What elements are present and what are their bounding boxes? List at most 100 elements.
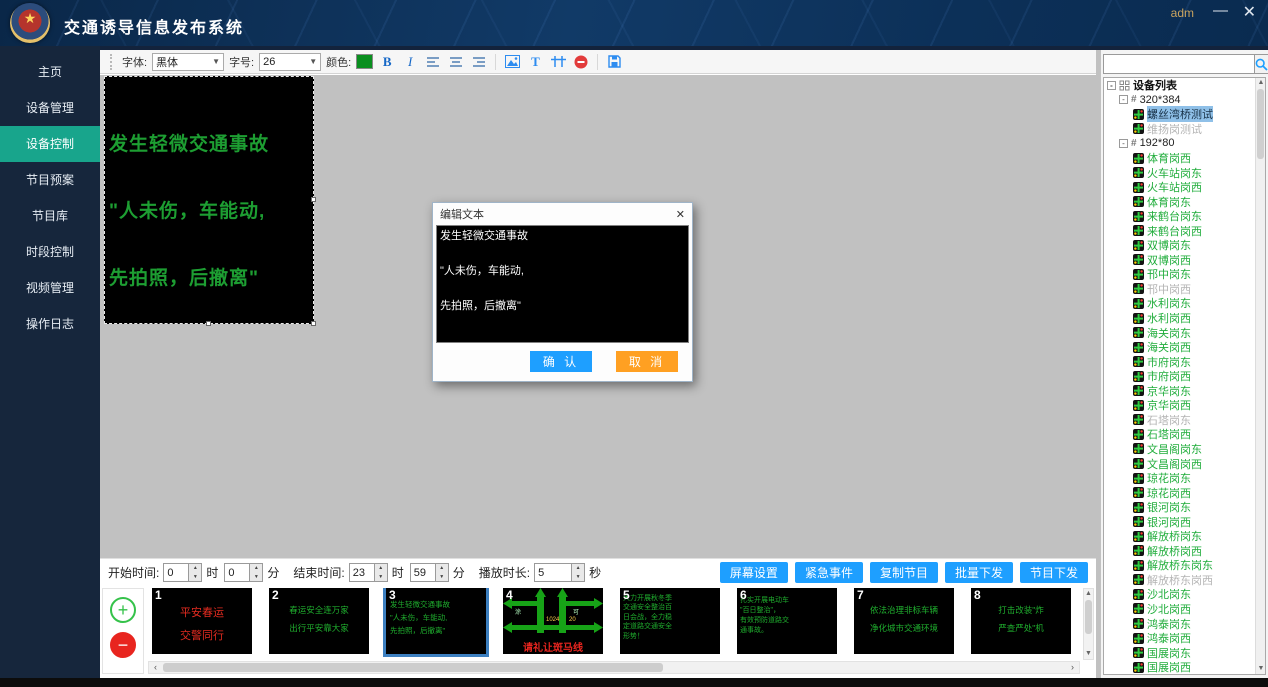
device-node[interactable]: 体育岗西 [1104,151,1254,166]
resize-handle-bottom[interactable] [206,321,211,326]
device-node[interactable]: 文昌阁岗东 [1104,442,1254,457]
delete-item-button[interactable] [572,53,590,71]
sidebar-item-program-library[interactable]: 节目库 [0,198,100,234]
spin-up-icon[interactable]: ▲ [189,564,201,573]
dialog-close-icon[interactable]: ✕ [676,208,685,221]
device-node[interactable]: 体育岗东 [1104,194,1254,209]
spin-up-icon[interactable]: ▲ [436,564,448,573]
dialog-textarea[interactable]: 发生轻微交通事故 "人未伤，车能动, 先拍照，后撤离" [436,225,689,343]
spin-down-icon[interactable]: ▼ [189,573,201,582]
device-node[interactable]: 水利岗西 [1104,311,1254,326]
resize-handle-corner[interactable] [311,321,316,326]
start-hour-stepper[interactable]: 0 ▲▼ [163,563,202,582]
remove-program-button[interactable]: − [110,632,136,658]
device-node[interactable]: 沙北岗东 [1104,587,1254,602]
device-node[interactable]: 琼花岗西 [1104,485,1254,500]
device-node[interactable]: 解放桥岗东 [1104,529,1254,544]
device-node[interactable]: 京华岗东 [1104,383,1254,398]
device-node[interactable]: 解放桥东岗西 [1104,573,1254,588]
device-node[interactable]: 京华岗西 [1104,398,1254,413]
resize-handle-right[interactable] [311,197,316,202]
program-send-button[interactable]: 节目下发 [1020,562,1088,583]
font-size-select[interactable]: 26 ▼ [259,53,321,71]
dialog-titlebar[interactable]: 编辑文本 ✕ [433,203,692,225]
device-node[interactable]: 来鹤台岗东 [1104,209,1254,224]
bold-button[interactable]: B [378,53,396,71]
tree-scrollbar[interactable]: ▲ ▼ [1255,78,1265,674]
device-node[interactable]: 海关岗东 [1104,325,1254,340]
start-hour-value[interactable]: 0 [163,563,189,582]
device-node[interactable]: 银河岗西 [1104,514,1254,529]
end-minute-stepper[interactable]: 59 ▲▼ [410,563,449,582]
scroll-up-icon[interactable]: ▲ [1084,589,1093,599]
scrollbar-thumb[interactable] [163,663,663,672]
batch-send-button[interactable]: 批量下发 [945,562,1013,583]
device-node[interactable]: 火车站岗东 [1104,165,1254,180]
tree-expand-toggle[interactable]: - [1119,139,1128,148]
sidebar-item-device-control[interactable]: 设备控制 [0,126,100,162]
sidebar-item-device-management[interactable]: 设备管理 [0,90,100,126]
sidebar-item-home[interactable]: 主页 [0,54,100,90]
device-node[interactable]: 邗中岗东 [1104,267,1254,282]
marquee-border-button[interactable] [549,53,567,71]
start-minute-value[interactable]: 0 [224,563,250,582]
device-node[interactable]: 螺丝湾桥测试 [1104,107,1254,122]
device-node[interactable]: 解放桥岗西 [1104,544,1254,559]
device-node[interactable]: 解放桥东岗东 [1104,558,1254,573]
end-minute-value[interactable]: 59 [410,563,436,582]
device-node[interactable]: 国展岗东 [1104,645,1254,660]
end-hour-value[interactable]: 23 [349,563,375,582]
logged-in-user[interactable]: adm [1171,6,1194,20]
sidebar-item-operation-log[interactable]: 操作日志 [0,306,100,342]
minimize-button[interactable]: — [1213,2,1228,19]
device-node[interactable]: 维扬岗测试 [1104,122,1254,137]
spin-down-icon[interactable]: ▼ [436,573,448,582]
color-swatch-button[interactable] [356,54,373,69]
duration-stepper[interactable]: 5 ▲▼ [534,563,585,582]
device-node[interactable]: 来鹤台岗西 [1104,223,1254,238]
program-vertical-scrollbar[interactable]: ▲ ▼ [1083,588,1094,660]
align-right-button[interactable] [470,53,488,71]
scroll-left-icon[interactable]: ‹ [149,662,162,673]
cancel-button[interactable]: 取 消 [616,351,678,372]
device-node[interactable]: 沙北岗西 [1104,602,1254,617]
tree-expand-toggle[interactable]: - [1119,95,1128,104]
insert-image-button[interactable] [503,53,521,71]
spin-down-icon[interactable]: ▼ [572,573,584,582]
program-horizontal-scrollbar[interactable]: ‹ › [148,661,1080,674]
device-node[interactable]: 双博岗东 [1104,238,1254,253]
start-minute-stepper[interactable]: 0 ▲▼ [224,563,263,582]
emergency-event-button[interactable]: 紧急事件 [795,562,863,583]
align-center-button[interactable] [447,53,465,71]
font-select[interactable]: 黑体 ▼ [152,53,224,71]
device-node[interactable]: 国展岗西 [1104,660,1254,675]
program-thumb-1[interactable]: 1平安春运交警同行 [152,588,252,654]
copy-program-button[interactable]: 复制节目 [870,562,938,583]
device-node[interactable]: 银河岗东 [1104,500,1254,515]
program-thumb-8[interactable]: 8打击改装"炸严查严处"机 [971,588,1071,654]
device-node[interactable]: 火车站岗西 [1104,180,1254,195]
device-node[interactable]: 鸿泰岗东 [1104,616,1254,631]
scrollbar-thumb[interactable] [1085,600,1092,634]
spin-up-icon[interactable]: ▲ [250,564,262,573]
tree-expand-toggle[interactable]: - [1107,81,1116,90]
device-node[interactable]: 邗中岗西 [1104,282,1254,297]
device-node[interactable]: 市府岗东 [1104,354,1254,369]
device-search-button[interactable] [1255,54,1268,74]
spin-down-icon[interactable]: ▼ [250,573,262,582]
device-tree-root[interactable]: -设备列表 [1104,78,1254,93]
program-thumb-5[interactable]: 5大力开展秋冬季交通安全整治百日会战，全力稳定道路交通安全形势！ [620,588,720,654]
add-program-button[interactable]: + [110,597,136,623]
program-thumb-7[interactable]: 7依法治理非标车辆净化城市交通环境 [854,588,954,654]
sidebar-item-program-plan[interactable]: 节目预案 [0,162,100,198]
spin-up-icon[interactable]: ▲ [572,564,584,573]
device-node[interactable]: 市府岗西 [1104,369,1254,384]
confirm-button[interactable]: 确 认 [530,351,592,372]
sidebar-item-time-control[interactable]: 时段控制 [0,234,100,270]
program-thumb-4[interactable]: 4102420涂可请礼让斑马线 [503,588,603,654]
device-node[interactable]: 海关岗西 [1104,340,1254,355]
program-thumb-6[interactable]: 6扎实开展电动车"百日整治"，有效预防道路交通事故。 [737,588,837,654]
sidebar-item-video-management[interactable]: 视频管理 [0,270,100,306]
close-button[interactable]: ✕ [1243,2,1256,22]
device-search-input[interactable] [1103,54,1255,74]
